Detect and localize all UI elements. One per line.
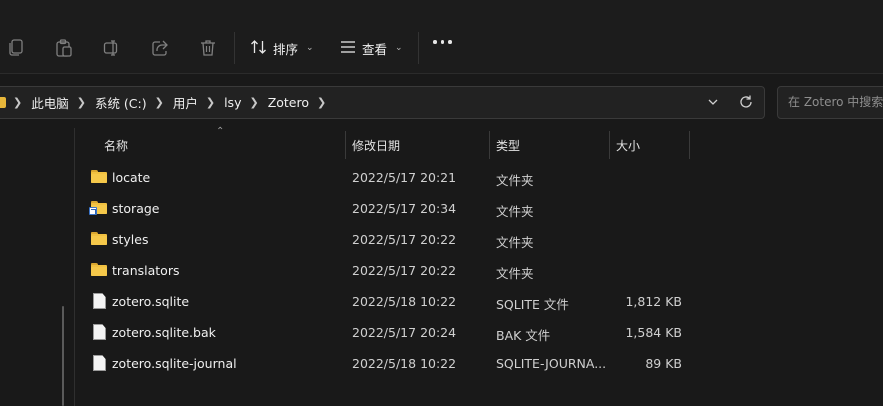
chevron-right-icon[interactable]: ❯ <box>77 96 86 109</box>
folder-icon <box>91 263 107 276</box>
file-name: zotero.sqlite <box>112 294 190 309</box>
command-bar: 排序 ⌄ 查看 ⌄ <box>0 0 883 74</box>
file-name: locate <box>112 170 151 185</box>
file-size: 1,584 KB <box>625 325 682 340</box>
file-icon <box>93 355 106 371</box>
chevron-down-icon: ⌄ <box>395 43 403 53</box>
breadcrumb-item[interactable]: lsy <box>224 95 241 110</box>
file-type: BAK 文件 <box>496 328 551 343</box>
file-size: 89 KB <box>645 356 682 371</box>
file-icon <box>93 324 106 340</box>
folder-icon <box>91 232 107 245</box>
column-divider[interactable] <box>689 131 690 159</box>
list-item[interactable]: locate 2022/5/17 20:21 文件夹 <box>80 162 700 193</box>
file-date: 2022/5/18 10:22 <box>352 356 457 371</box>
column-divider[interactable] <box>489 131 490 159</box>
sort-icon <box>250 39 267 58</box>
column-divider[interactable] <box>345 131 346 159</box>
file-name: translators <box>112 263 180 278</box>
chevron-right-icon[interactable]: ❯ <box>155 96 164 109</box>
column-header-name[interactable]: 名称 <box>104 131 128 159</box>
column-divider[interactable] <box>609 131 610 159</box>
file-name: zotero.sqlite-journal <box>112 356 237 371</box>
file-type: 文件夹 <box>496 173 534 188</box>
chevron-right-icon[interactable]: ❯ <box>249 96 258 109</box>
toolbar-divider <box>234 32 235 64</box>
chevron-down-icon[interactable] <box>707 96 719 111</box>
breadcrumb-item[interactable]: 此电脑 <box>31 93 69 112</box>
file-name: styles <box>112 232 149 247</box>
list-item[interactable]: translators 2022/5/17 20:22 文件夹 <box>80 255 700 286</box>
refresh-icon[interactable] <box>738 94 754 113</box>
view-label: 查看 <box>362 41 388 57</box>
chevron-right-icon[interactable]: ❯ <box>13 96 22 109</box>
file-type: 文件夹 <box>496 235 534 250</box>
sort-label: 排序 <box>273 41 299 57</box>
column-header-date[interactable]: 修改日期 <box>352 131 400 159</box>
sort-ascending-icon: ⌃ <box>216 126 225 137</box>
file-date: 2022/5/17 20:22 <box>352 232 457 247</box>
view-icon <box>340 40 356 57</box>
list-item[interactable]: zotero.sqlite 2022/5/18 10:22 SQLITE 文件 … <box>80 286 700 317</box>
folder-shortcut-icon <box>89 201 107 215</box>
list-item[interactable]: storage 2022/5/17 20:34 文件夹 <box>80 193 700 224</box>
file-date: 2022/5/17 20:24 <box>352 325 457 340</box>
chevron-down-icon: ⌄ <box>306 43 314 53</box>
column-header-size[interactable]: 大小 <box>616 131 640 159</box>
share-icon[interactable] <box>150 33 170 63</box>
chevron-right-icon[interactable]: ❯ <box>317 96 326 109</box>
file-date: 2022/5/18 10:22 <box>352 294 457 309</box>
pane-divider[interactable] <box>74 128 75 406</box>
file-date: 2022/5/17 20:22 <box>352 263 457 278</box>
file-name: storage <box>112 201 160 216</box>
chevron-right-icon[interactable]: ❯ <box>206 96 215 109</box>
file-date: 2022/5/17 20:34 <box>352 201 457 216</box>
column-header-type[interactable]: 类型 <box>496 131 520 159</box>
file-date: 2022/5/17 20:21 <box>352 170 457 185</box>
file-type: SQLITE 文件 <box>496 297 569 312</box>
list-item[interactable]: styles 2022/5/17 20:22 文件夹 <box>80 224 700 255</box>
sort-button[interactable]: 排序 ⌄ <box>250 33 314 63</box>
file-name: zotero.sqlite.bak <box>112 325 216 340</box>
address-bar[interactable]: ❯ 此电脑 ❯ 系统 (C:) ❯ 用户 ❯ lsy ❯ Zotero ❯ <box>0 86 765 119</box>
search-input[interactable]: 在 Zotero 中搜索 <box>777 86 883 119</box>
file-type: 文件夹 <box>496 204 534 219</box>
rename-icon[interactable] <box>102 33 122 63</box>
paste-icon[interactable] <box>54 33 74 63</box>
folder-icon <box>0 97 6 108</box>
copy-icon[interactable] <box>6 33 26 63</box>
breadcrumb-item[interactable]: 系统 (C:) <box>95 93 147 112</box>
breadcrumb-item[interactable]: 用户 <box>173 93 198 112</box>
more-icon[interactable] <box>433 40 452 44</box>
nav-scrollbar[interactable] <box>62 306 64 406</box>
view-button[interactable]: 查看 ⌄ <box>340 33 403 63</box>
list-item[interactable]: zotero.sqlite.bak 2022/5/17 20:24 BAK 文件… <box>80 317 700 348</box>
toolbar-divider <box>418 32 419 64</box>
breadcrumb: ❯ 此电脑 ❯ 系统 (C:) ❯ 用户 ❯ lsy ❯ Zotero ❯ <box>0 87 335 118</box>
file-size: 1,812 KB <box>625 294 682 309</box>
breadcrumb-item[interactable]: Zotero <box>268 95 309 110</box>
file-icon <box>93 293 106 309</box>
folder-icon <box>91 170 107 183</box>
delete-icon[interactable] <box>198 33 218 63</box>
file-type: SQLITE-JOURNA... <box>496 356 607 371</box>
list-item[interactable]: zotero.sqlite-journal 2022/5/18 10:22 SQ… <box>80 348 700 379</box>
file-type: 文件夹 <box>496 266 534 281</box>
